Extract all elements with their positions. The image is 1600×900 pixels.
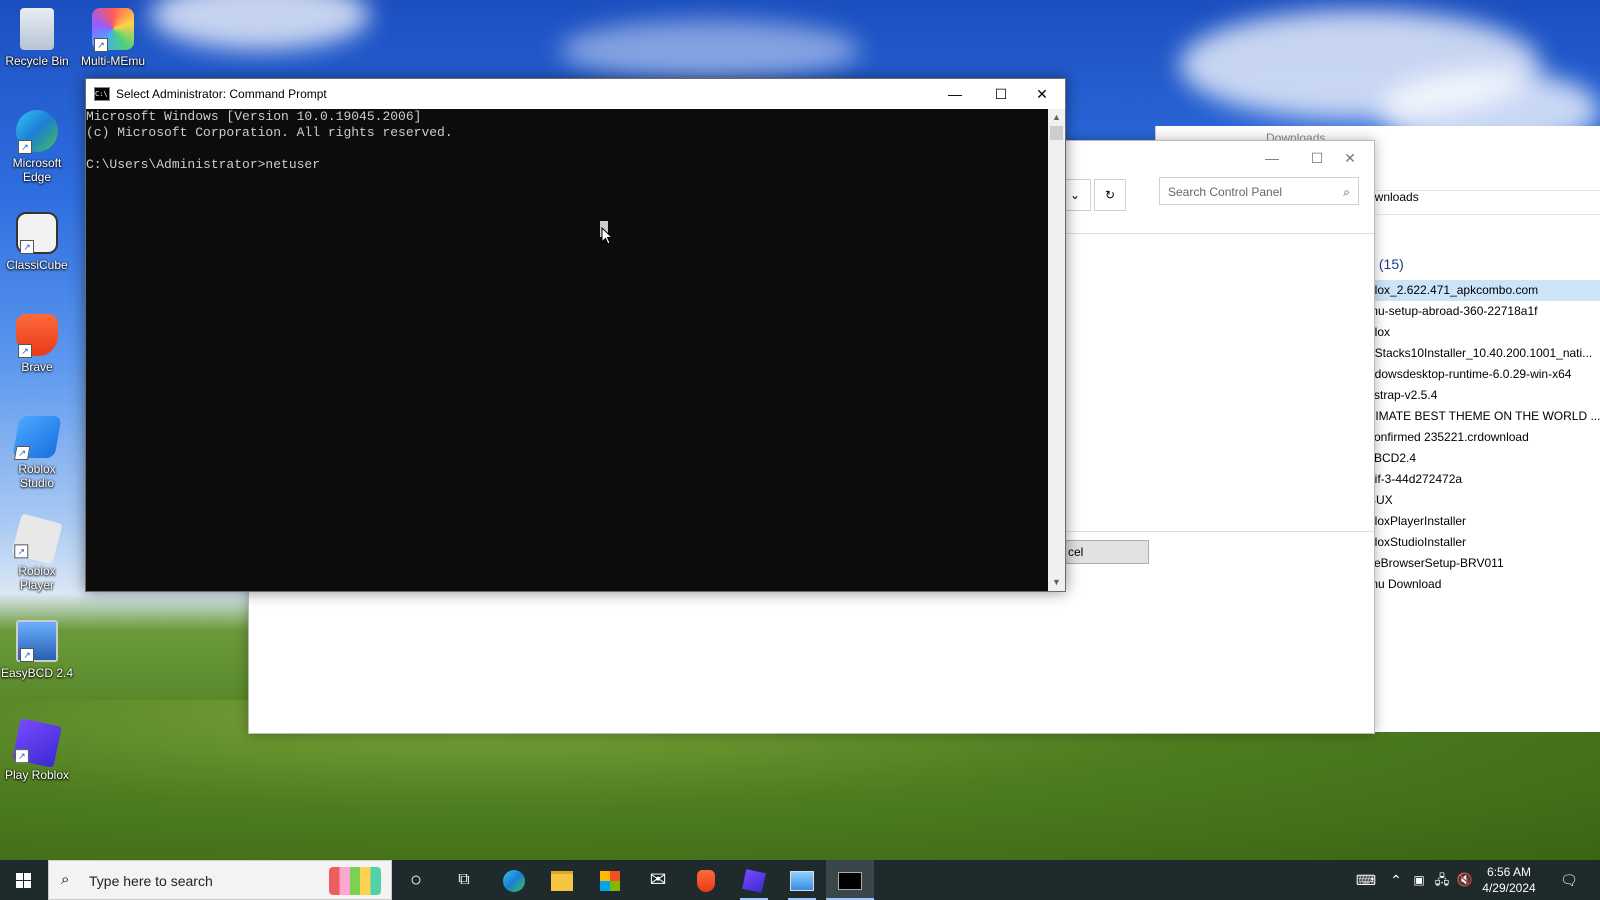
desktop-icon-label: Recycle Bin: [5, 54, 69, 68]
file-row[interactable]: eStacks10Installer_10.40.200.1001_nati..…: [1368, 343, 1600, 364]
scroll-thumb[interactable]: [1050, 126, 1063, 140]
cmd-app-icon: C:\: [94, 87, 110, 101]
file-row[interactable]: TIMATE BEST THEME ON THE WORLD ...: [1368, 406, 1600, 427]
system-clock[interactable]: 6:56 AM 4/29/2024: [1476, 864, 1542, 896]
clock-date: 4/29/2024: [1482, 881, 1536, 895]
console-line: Microsoft Windows [Version 10.0.19045.20…: [86, 109, 422, 124]
console-line: C:\Users\Administrator>netuser: [86, 157, 321, 172]
cp-minimize-button[interactable]: —: [1249, 145, 1295, 171]
taskbar-control-panel-icon[interactable]: [778, 860, 826, 900]
taskbar-brave-icon[interactable]: [682, 860, 730, 900]
taskbar-search-box[interactable]: ⌕ Type here to search: [48, 860, 392, 900]
cp-close-button[interactable]: ✕: [1327, 145, 1373, 171]
desktop-icon-label: Play Roblox: [4, 768, 70, 782]
desktop-icon-brave[interactable]: ↗ Brave: [0, 314, 74, 374]
file-row[interactable]: xstrap-v2.5.4: [1368, 385, 1600, 406]
maximize-button[interactable]: ☐: [978, 79, 1024, 109]
mail-icon[interactable]: ✉: [634, 860, 682, 900]
search-highlight-icon: [329, 867, 381, 895]
close-button[interactable]: ✕: [1019, 79, 1065, 109]
meet-now-icon[interactable]: ▣: [1408, 860, 1430, 900]
cmd-title-bar[interactable]: C:\ Select Administrator: Command Prompt…: [86, 79, 1065, 109]
roblox-studio-icon: ↗: [12, 416, 62, 460]
desktop-icon-multi-memu[interactable]: ↗ Multi-MEmu: [76, 8, 150, 68]
play-roblox-icon: ↗: [12, 718, 62, 768]
desktop-icon-recycle-bin[interactable]: Recycle Bin: [0, 8, 74, 68]
cmd-title: Select Administrator: Command Prompt: [116, 87, 327, 101]
cortana-icon[interactable]: ○: [392, 860, 440, 900]
scroll-up-icon[interactable]: ▲: [1048, 109, 1065, 126]
volume-muted-icon[interactable]: 🔇: [1454, 860, 1476, 900]
cp-refresh-button[interactable]: ↻: [1094, 179, 1126, 211]
edge-icon: ↗: [16, 110, 58, 154]
cmd-window: C:\ Select Administrator: Command Prompt…: [85, 78, 1066, 592]
easybcd-icon: ↗: [16, 620, 58, 662]
file-row[interactable]: mu Download: [1368, 574, 1600, 595]
taskbar-cmd-icon[interactable]: [826, 860, 874, 900]
task-view-icon[interactable]: ⧉: [440, 860, 488, 900]
desktop-icon-label: ClassiCube: [6, 258, 68, 272]
file-row[interactable]: veBrowserSetup-BRV011: [1368, 553, 1600, 574]
file-row[interactable]: gif-3-44d272472a: [1368, 469, 1600, 490]
start-button[interactable]: [0, 860, 48, 900]
file-row[interactable]: bloxPlayerInstaller: [1368, 511, 1600, 532]
desktop-icon-label: Brave: [21, 360, 53, 374]
taskbar-search-placeholder: Type here to search: [89, 873, 213, 889]
file-row[interactable]: yBCD2.4: [1368, 448, 1600, 469]
show-hidden-icons-icon[interactable]: ⌃: [1384, 860, 1408, 900]
console-line: (c) Microsoft Corporation. All rights re…: [86, 125, 453, 140]
windows-logo-icon: [16, 873, 31, 888]
search-icon: ⌕: [61, 871, 70, 888]
desktop-icon-roblox-player[interactable]: ↗ Roblox Player: [0, 513, 74, 592]
file-row[interactable]: ndowsdesktop-runtime-6.0.29-win-x64: [1368, 364, 1600, 385]
desktop-icon-label: Roblox Player: [18, 564, 56, 592]
file-row[interactable]: mu-setup-abroad-360-22718a1f: [1368, 301, 1600, 322]
file-row[interactable]: confirmed 235221.crdownload: [1368, 427, 1600, 448]
explorer-file-list: blox_2.622.471_apkcombo.com mu-setup-abro…: [1368, 280, 1600, 595]
minimize-button[interactable]: —: [932, 79, 978, 109]
desktop-icon-easybcd[interactable]: ↗ EasyBCD 2.4: [0, 620, 74, 680]
clock-time: 6:56 AM: [1486, 865, 1532, 879]
cp-search-input[interactable]: Search Control Panel ⌕: [1159, 177, 1359, 205]
microsoft-store-icon[interactable]: [586, 860, 634, 900]
desktop-icon-label: Roblox Studio: [18, 462, 56, 490]
refresh-icon: ↻: [1104, 188, 1116, 202]
network-icon[interactable]: 🖧: [1430, 860, 1454, 900]
desktop-icon-classicube[interactable]: ↗ ClassiCube: [0, 212, 74, 272]
file-row[interactable]: BUX: [1368, 490, 1600, 511]
search-icon: ⌕: [1343, 185, 1350, 199]
desktop-icon-label: Multi-MEmu: [80, 54, 145, 68]
desktop-icon-play-roblox[interactable]: ↗ Play Roblox: [0, 718, 74, 782]
cp-cancel-button[interactable]: cel: [1061, 540, 1149, 564]
file-explorer-icon[interactable]: [538, 860, 586, 900]
taskbar-roblox-icon[interactable]: [730, 860, 778, 900]
multi-memu-icon: ↗: [92, 8, 134, 52]
taskbar: ⌕ Type here to search ○ ⧉ ✉ ⌨ ⌃ ▣ 🖧 🔇 6:…: [0, 860, 1600, 900]
cp-search-placeholder: Search Control Panel: [1168, 185, 1283, 199]
console-output[interactable]: Microsoft Windows [Version 10.0.19045.20…: [86, 109, 1048, 591]
chevron-down-icon: ⌄: [1069, 188, 1081, 202]
recycle-bin-icon: [20, 8, 54, 50]
desktop-icon-edge[interactable]: ↗ Microsoft Edge: [0, 110, 74, 184]
explorer-path-text: ownloads: [1368, 190, 1419, 204]
desktop-icon-label: EasyBCD 2.4: [0, 666, 74, 680]
file-row[interactable]: blox_2.622.471_apkcombo.com: [1368, 280, 1600, 301]
touch-keyboard-icon[interactable]: ⌨: [1352, 860, 1380, 900]
taskbar-edge-icon[interactable]: [490, 860, 538, 900]
notifications-icon[interactable]: 🗨: [1554, 860, 1584, 900]
file-row[interactable]: bloxStudioInstaller: [1368, 532, 1600, 553]
mouse-pointer-icon: [601, 227, 613, 245]
brave-icon: ↗: [16, 314, 58, 358]
scroll-down-icon[interactable]: ▼: [1048, 574, 1065, 591]
desktop-icon-label: Microsoft Edge: [12, 156, 62, 184]
desktop-icon-roblox-studio[interactable]: ↗ Roblox Studio: [0, 416, 74, 490]
console-scrollbar[interactable]: ▲ ▼: [1048, 109, 1065, 591]
roblox-player-icon: ↗: [11, 513, 63, 565]
classicube-icon: ↗: [16, 212, 58, 254]
file-row[interactable]: blox: [1368, 322, 1600, 343]
